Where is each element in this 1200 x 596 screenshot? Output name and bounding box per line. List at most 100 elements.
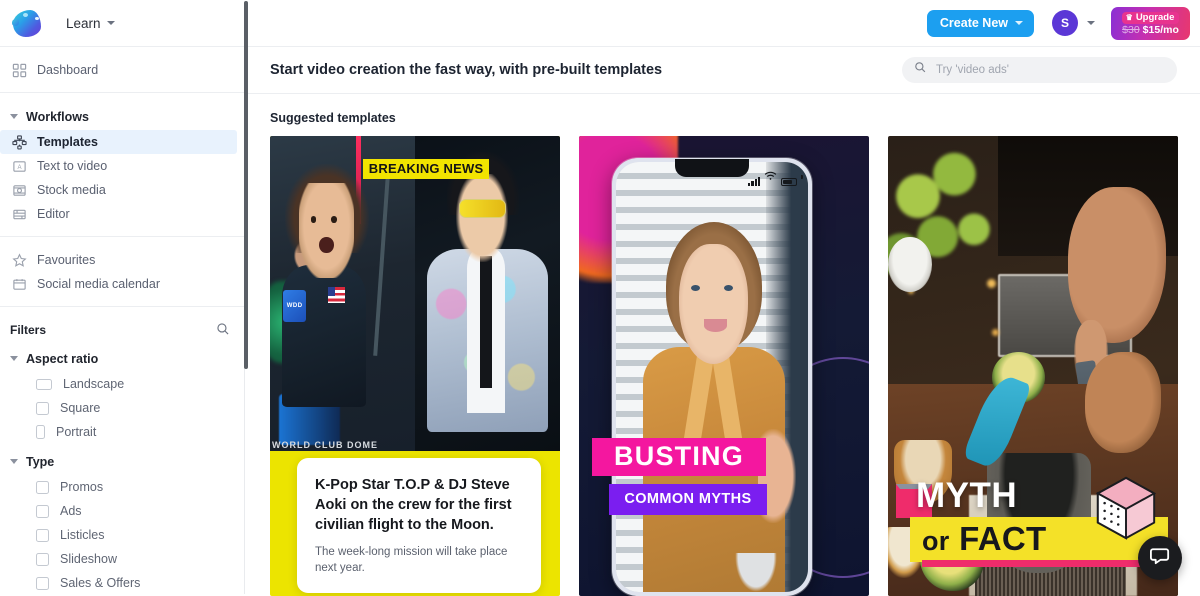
chat-bubble-icon (1149, 544, 1172, 572)
phone-status-bar (748, 168, 803, 186)
decor-shape (704, 319, 727, 332)
upgrade-old-price: $30 (1122, 25, 1140, 36)
card-title-word-1: MYTH (916, 478, 1017, 513)
card-image-right-pane (415, 136, 560, 451)
upgrade-label: Upgrade (1136, 13, 1175, 23)
create-new-button[interactable]: Create New (927, 10, 1034, 37)
decor-shape (459, 199, 507, 218)
decor-shape (328, 287, 345, 303)
search-input[interactable]: Try 'video ads' (902, 57, 1177, 83)
filter-option-label: Square (60, 401, 100, 415)
card-image-left-pane: WDD (270, 136, 415, 451)
square-checkbox[interactable] (36, 577, 49, 590)
app-logo-accent-icon (12, 19, 19, 26)
filter-group-label: Aspect ratio (26, 352, 98, 366)
account-chevron-down-icon[interactable] (1087, 21, 1095, 25)
decor-shape (456, 174, 508, 262)
sidebar-item-social-media-calendar[interactable]: Social media calendar (0, 272, 237, 296)
filters-title: Filters (10, 323, 46, 337)
filter-option-square[interactable]: Square (0, 396, 244, 420)
learn-menu[interactable]: Learn (66, 16, 115, 31)
card-title-line-1: BUSTING (592, 438, 766, 476)
upgrade-price: $30 $15/mo (1122, 25, 1179, 36)
decor-shape (922, 560, 1172, 567)
square-checkbox[interactable] (36, 481, 49, 494)
triangle-down-icon (10, 114, 18, 119)
decor-shape: WDD (283, 290, 306, 322)
svg-text:A: A (17, 163, 22, 170)
filter-option-landscape[interactable]: Landscape (0, 372, 244, 396)
square-checkbox[interactable] (36, 529, 49, 542)
sidebar-item-editor[interactable]: Editor (0, 202, 237, 226)
filter-option-promos[interactable]: Promos (0, 475, 244, 499)
sidebar-item-label: Stock media (37, 183, 106, 197)
sidebar-item-dashboard[interactable]: Dashboard (0, 58, 237, 82)
top-bar-actions: Create New S ♛ Upgrade $30 $15/mo (927, 7, 1200, 40)
decor-shape (679, 244, 748, 364)
sidebar-item-stock-media[interactable]: Stock media (0, 178, 237, 202)
filters-header: Filters (0, 315, 244, 345)
filter-option-portrait[interactable]: Portrait (0, 420, 244, 444)
filter-option-sales-offers[interactable]: Sales & Offers (0, 571, 244, 594)
filter-group-label: Type (26, 455, 54, 469)
filter-option-label: Listicles (60, 528, 104, 542)
editor-filmstrip-icon (12, 207, 27, 222)
sidebar-item-templates[interactable]: Templates (0, 130, 237, 154)
search-icon (914, 61, 927, 79)
square-checkbox[interactable] (36, 505, 49, 518)
sidebar-item-text-to-video[interactable]: A Text to video (0, 154, 237, 178)
cube-icon (1092, 474, 1160, 542)
triangle-down-icon (10, 459, 18, 464)
card-title-word-3: FACT (959, 520, 1046, 557)
sidebar-item-label: Text to video (37, 159, 107, 173)
decor-shape (319, 237, 334, 253)
app-logo[interactable] (12, 8, 42, 38)
decor-shape (311, 216, 317, 222)
sidebar-item-label: Templates (37, 135, 98, 149)
section-title: Suggested templates (245, 94, 1200, 136)
filter-option-listicles[interactable]: Listicles (0, 523, 244, 547)
filter-option-label: Promos (60, 480, 103, 494)
chat-widget-button[interactable] (1138, 536, 1182, 580)
upgrade-button[interactable]: ♛ Upgrade $30 $15/mo (1111, 7, 1190, 40)
avatar[interactable]: S (1052, 10, 1078, 36)
sidebar-item-label: Social media calendar (37, 277, 160, 291)
learn-label: Learn (66, 16, 101, 31)
filter-option-slideshow[interactable]: Slideshow (0, 547, 244, 571)
filters-search-icon[interactable] (216, 322, 230, 339)
filter-option-ads[interactable]: Ads (0, 499, 244, 523)
card-title-line-1-text: BUSTING (614, 441, 744, 471)
page-title: Start video creation the fast way, with … (270, 62, 662, 78)
sidebar-item-label: Editor (37, 207, 70, 221)
signal-bars-icon (748, 177, 760, 187)
app-logo-highlight-icon (23, 13, 28, 17)
template-card-busting-common-myths[interactable]: BUSTING COMMON MYTHS (579, 136, 869, 596)
portrait-checkbox[interactable] (36, 425, 45, 439)
decor-shape (724, 285, 734, 291)
decor-shape (888, 141, 1016, 325)
sidebar: Dashboard Workflows Templates A Text to … (0, 47, 245, 594)
sidebar-divider-3 (0, 306, 244, 307)
upgrade-pill: ♛ Upgrade (1122, 12, 1180, 25)
square-checkbox[interactable] (36, 402, 49, 415)
sidebar-group-workflows[interactable]: Workflows (0, 103, 244, 130)
landscape-checkbox[interactable] (36, 379, 52, 390)
filter-group-type[interactable]: Type (0, 448, 244, 475)
decor-shape (373, 161, 390, 356)
template-card-myth-or-fact[interactable]: MYTH or FACT (888, 136, 1178, 596)
card-headline: K-Pop Star T.O.P & DJ Steve Aoki on the … (315, 475, 523, 535)
chevron-down-icon (107, 21, 115, 25)
main-header: Start video creation the fast way, with … (245, 47, 1200, 94)
sidebar-scrollbar[interactable] (244, 1, 248, 369)
card-badge: BREAKING NEWS (363, 159, 490, 179)
filter-group-aspect-ratio[interactable]: Aspect ratio (0, 345, 244, 372)
sidebar-item-label: Favourites (37, 253, 95, 267)
star-icon (12, 253, 27, 268)
sidebar-item-favourites[interactable]: Favourites (0, 248, 237, 272)
template-card-breaking-news[interactable]: WDD BREAKING NEWS WORLD CLUB DOME K-Pop … (270, 136, 560, 596)
square-checkbox[interactable] (36, 553, 49, 566)
upgrade-new-price: $15/mo (1143, 25, 1179, 36)
card-image: WDD (270, 136, 560, 451)
sidebar-divider-1 (0, 92, 244, 93)
card-overlay-text: WORLD CLUB DOME (270, 440, 378, 450)
